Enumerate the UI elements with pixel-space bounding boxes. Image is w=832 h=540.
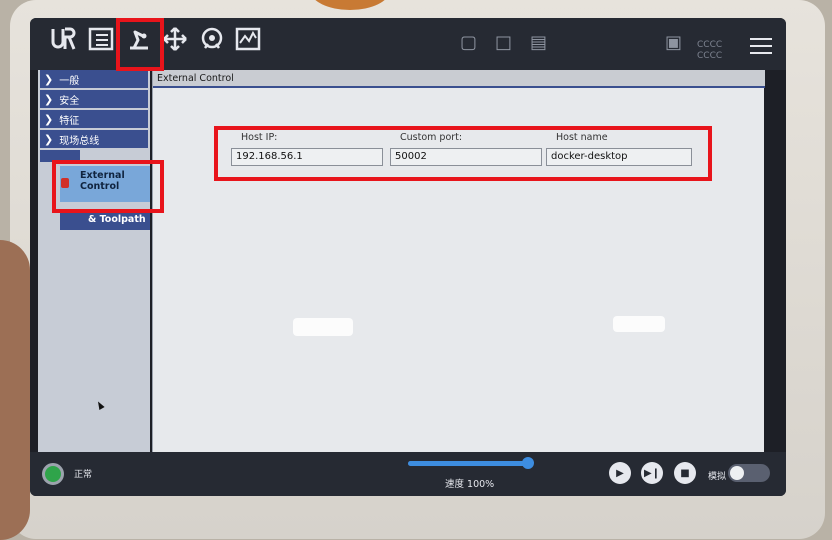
sidebar-item-label: 特征 — [59, 115, 80, 127]
simulation-toggle[interactable] — [728, 464, 770, 482]
topbar-right-text: CCCC — [697, 40, 723, 50]
holding-finger — [0, 240, 30, 540]
installation-sidebar: ❯ 一般 ❯ 安全 ❯ 特征 ❯ 现场总线 External Control &… — [38, 70, 150, 452]
sidebar-item-label: 一般 — [59, 75, 80, 87]
chevron-right-icon: ❯ — [44, 112, 54, 126]
robot-status-indicator[interactable] — [42, 463, 64, 485]
chevron-right-icon: ❯ — [44, 92, 54, 106]
content-title: External Control — [153, 70, 765, 88]
save-icon[interactable]: ▤ — [530, 32, 547, 53]
sidebar-item-features[interactable]: ❯ 特征 — [40, 110, 148, 128]
highlight-connection-fields — [214, 126, 712, 181]
simulation-label: 模拟 — [708, 472, 727, 482]
sidebar-item-safety[interactable]: ❯ 安全 — [40, 90, 148, 108]
teach-pendant-screen: ▢ □ ▤ ▣ CCCC CCCC ❯ 一般 ❯ 安全 ❯ 特征 ❯ 现场总线 … — [30, 18, 786, 496]
speed-label: 速度 100% — [445, 479, 495, 490]
play-button[interactable]: ▶ — [609, 462, 631, 484]
speed-slider[interactable] — [408, 457, 534, 469]
log-icon[interactable] — [231, 26, 265, 64]
menu-icon[interactable] — [750, 38, 772, 59]
chevron-right-icon: ❯ — [44, 132, 54, 146]
sidebar-item-label: 现场总线 — [59, 135, 100, 147]
sidebar-item-toolpath[interactable]: & Toolpath — [60, 210, 150, 230]
open-folder-icon[interactable]: □ — [495, 32, 512, 53]
stop-button[interactable]: ■ — [674, 462, 696, 484]
highlight-external-control — [52, 160, 164, 213]
speed-slider-thumb[interactable] — [522, 457, 534, 469]
bottom-bar: 正常 速度 100% ▶ ▶❙ ■ 模拟 — [30, 452, 786, 496]
status-text: 正常 — [74, 470, 93, 480]
step-button[interactable]: ▶❙ — [641, 462, 663, 484]
sidebar-item-fieldbus[interactable]: ❯ 现场总线 — [40, 130, 148, 148]
ur-logo-icon[interactable] — [46, 26, 80, 64]
sidebar-item-general[interactable]: ❯ 一般 — [40, 70, 148, 88]
topbar-right-text-2: CCCC — [697, 51, 723, 61]
sidebar-item-label: 安全 — [59, 95, 80, 107]
new-file-icon[interactable]: ▢ — [460, 32, 477, 53]
speed-slider-fill — [408, 461, 528, 466]
chevron-right-icon: ❯ — [44, 72, 54, 86]
simulation-toggle-knob — [730, 466, 744, 480]
program-list-icon[interactable] — [84, 26, 118, 64]
io-icon[interactable] — [195, 26, 229, 64]
highlight-installation-tab — [116, 18, 164, 71]
robot-status-icon: ▣ — [665, 32, 683, 53]
screen-glare — [293, 318, 353, 336]
screen-glare — [613, 316, 665, 332]
